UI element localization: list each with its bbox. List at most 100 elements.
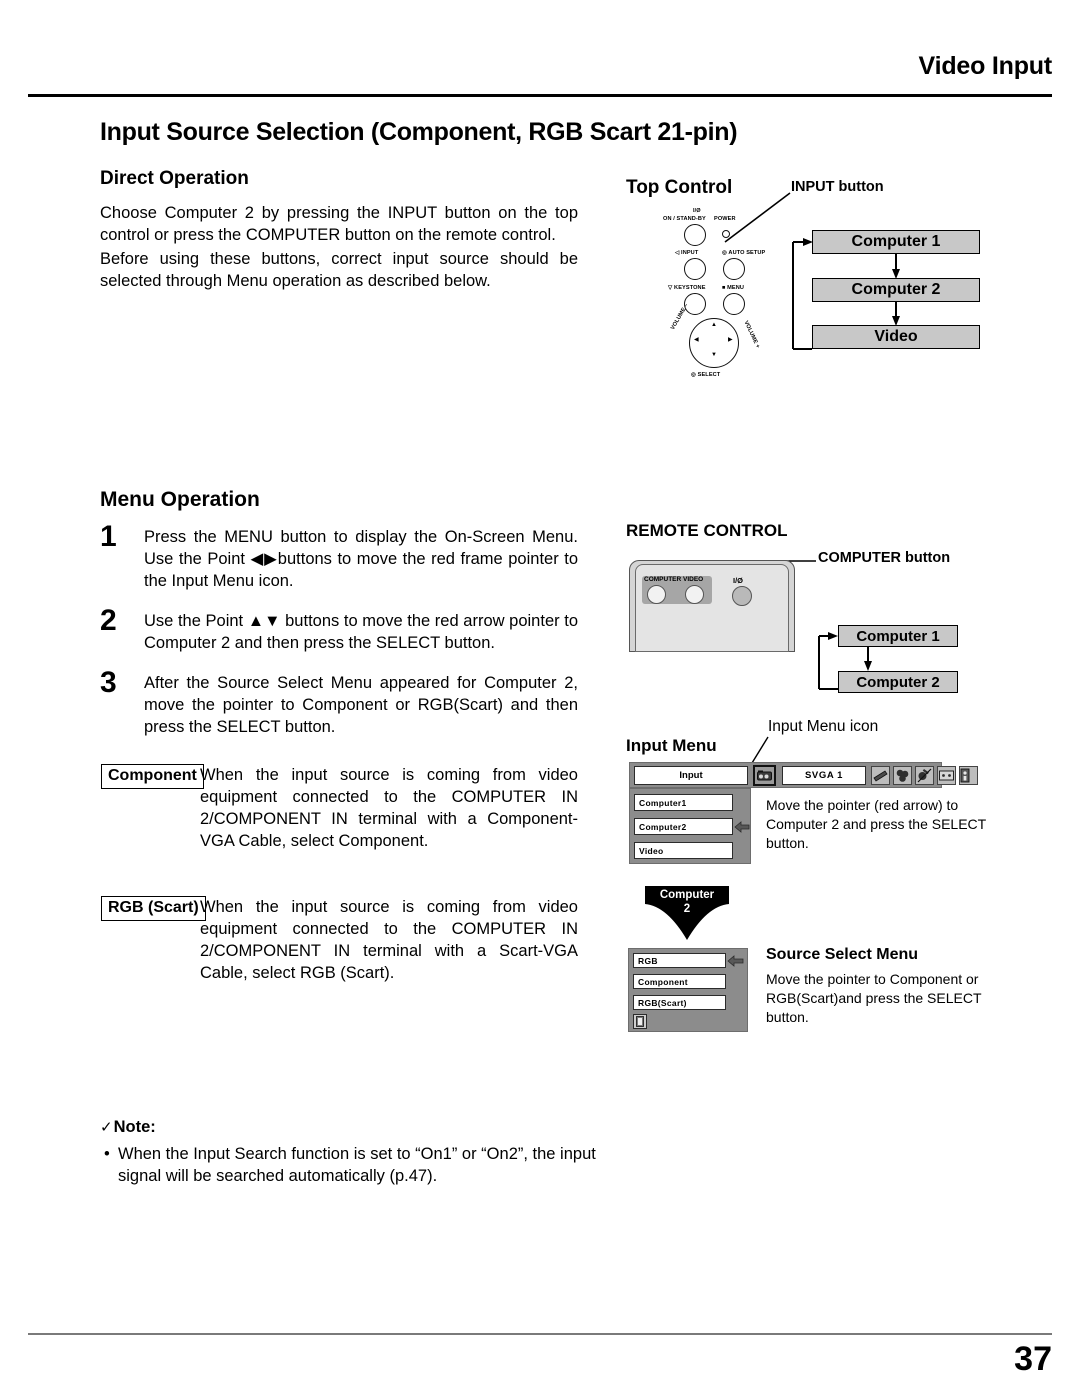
input-button[interactable] (684, 258, 706, 280)
page-header: Video Input (28, 52, 1052, 98)
page-title: Video Input (918, 52, 1053, 80)
footer-divider (28, 1333, 1052, 1335)
menu-button[interactable] (723, 293, 745, 315)
remote-control-artwork: COMPUTER VIDEO I/Ø (629, 560, 795, 652)
computer2-arrow-label-line2: 2 (683, 903, 691, 915)
power-symbol-label: I/Ø (693, 208, 701, 214)
top-control-artwork: I/Ø ON / STAND-BY POWER ◁ INPUT ◎ AUTO S… (660, 206, 782, 378)
input-menu-item-label: Computer2 (639, 821, 687, 832)
red-arrow-pointer-icon (727, 955, 744, 967)
power-indicator-icon (722, 230, 730, 238)
source-item-rgb[interactable]: RGB (633, 953, 726, 968)
computer2-down-arrow: Computer 2 (641, 884, 733, 944)
header-divider (28, 94, 1052, 97)
source-item-component[interactable]: Component (633, 974, 726, 989)
direct-operation-paragraph-1: Choose Computer 2 by pressing the INPUT … (100, 204, 578, 244)
video-button-label: VIDEO (683, 576, 704, 583)
step-text: After the Source Select Menu appeared fo… (144, 674, 578, 736)
menu-label: ■ MENU (722, 285, 745, 291)
source-select-menu-heading: Source Select Menu (766, 946, 919, 963)
osd-title-label: Input (679, 770, 703, 781)
note-item: • When the Input Search function is set … (100, 1143, 600, 1187)
source-item-label: RGB (638, 955, 658, 966)
auto-setup-button[interactable] (723, 258, 745, 280)
step-text: Press the MENU button to display the On-… (144, 528, 578, 590)
setting-icon-glyph (939, 770, 954, 781)
menu-step: 1 Press the MENU button to display the O… (100, 520, 578, 592)
video-button[interactable] (685, 585, 704, 604)
input-menu-icon-glyph (757, 770, 772, 780)
definition-row-component: Component When the input source is comin… (100, 764, 578, 860)
rgb-scart-description: When the input source is coming from vid… (200, 898, 578, 982)
source-item-label: RGB(Scart) (638, 997, 687, 1008)
osd-title-field: Input (634, 766, 748, 785)
direct-operation-heading: Direct Operation (100, 168, 249, 189)
input-menu-icon-callout: Input Menu icon (768, 718, 879, 735)
point-right-icon[interactable]: ▶ (728, 337, 733, 343)
component-description: When the input source is coming from vid… (200, 766, 578, 850)
power-button[interactable] (732, 586, 752, 606)
menu-operation-heading: Menu Operation (100, 488, 260, 511)
screen-icon[interactable] (871, 766, 890, 785)
power-button-label: I/Ø (733, 576, 744, 585)
input-menu-icon[interactable] (753, 765, 776, 786)
auto-setup-label: ◎ AUTO SETUP (722, 250, 766, 256)
on-standby-label: ON / STAND-BY (663, 216, 706, 222)
quit-icon[interactable] (633, 1014, 647, 1029)
image-adjust-icon-glyph (917, 768, 932, 783)
keystone-label: ▽ KEYSTONE (668, 285, 706, 291)
power-label: POWER (714, 216, 736, 222)
source-item-label: Component (638, 976, 688, 987)
on-standby-button[interactable] (684, 224, 706, 246)
section-title: Input Source Selection (Component, RGB S… (100, 118, 738, 146)
screen-icon-glyph (873, 770, 888, 782)
note-heading: ✓Note: (100, 1118, 600, 1137)
color-adjust-icon-glyph (896, 769, 909, 782)
image-adjust-icon[interactable] (915, 766, 934, 785)
step-text: Use the Point ▲▼ buttons to move the red… (144, 612, 578, 652)
quit-icon-glyph (636, 1016, 644, 1027)
select-label: ◎ SELECT (691, 372, 721, 378)
note-heading-label: Note: (113, 1118, 156, 1136)
step-number: 2 (100, 604, 117, 637)
input-menu-item-video[interactable]: Video (634, 842, 733, 859)
rgb-scart-label: RGB (Scart) (101, 896, 206, 921)
input-menu-item-label: Computer1 (639, 797, 687, 808)
setting-icon[interactable] (937, 766, 956, 785)
direct-operation-paragraph-2: Before using these buttons, correct inpu… (100, 250, 578, 290)
osd-mode-field: SVGA 1 (782, 766, 866, 785)
osd-mode-label: SVGA 1 (804, 770, 844, 781)
source-select-menu-panel: RGB Component RGB(Scart) (628, 948, 748, 1032)
left-content-column: Direct Operation Choose Computer 2 by pr… (100, 168, 578, 992)
source-select-menu-description: Move the pointer to Component or RGB(Sca… (766, 971, 982, 1025)
info-icon[interactable] (959, 766, 978, 785)
point-up-icon[interactable]: ▲ (711, 322, 717, 328)
note-block: ✓Note: • When the Input Search function … (100, 1118, 600, 1187)
computer-button-callout: COMPUTER button (818, 550, 951, 566)
definition-row-rgb-scart: RGB (Scart) When the input source is com… (100, 896, 578, 992)
component-label: Component (101, 764, 204, 789)
remote-control-heading: REMOTE CONTROL (626, 521, 788, 540)
check-icon: ✓ (100, 1119, 113, 1136)
bullet-icon: • (104, 1145, 110, 1163)
top-control-flow-arrows (792, 238, 900, 350)
point-down-icon[interactable]: ▼ (711, 352, 717, 358)
input-menu-list-panel: Computer1 Computer2 Video (629, 788, 751, 864)
input-menu-item-computer1[interactable]: Computer1 (634, 794, 733, 811)
computer-button-label: COMPUTER (644, 576, 682, 583)
menu-step: 2 Use the Point ▲▼ buttons to move the r… (100, 604, 578, 654)
point-left-icon[interactable]: ◀ (694, 337, 699, 343)
red-arrow-pointer-icon (734, 821, 750, 833)
computer-button[interactable] (647, 585, 666, 604)
info-icon-glyph (960, 768, 970, 783)
input-menu-description: Move the pointer (red arrow) to Computer… (766, 797, 986, 851)
input-label: ◁ INPUT (675, 250, 699, 256)
volume-plus-label: VOLUME + (742, 320, 761, 350)
osd-top-bar: Input SVGA 1 (629, 762, 978, 788)
input-menu-heading: Input Menu (626, 736, 717, 755)
remote-flow-arrows (818, 632, 872, 690)
input-menu-item-computer2[interactable]: Computer2 (634, 818, 733, 835)
input-menu-item-label: Video (639, 845, 664, 856)
source-item-rgb-scart[interactable]: RGB(Scart) (633, 995, 726, 1010)
color-adjust-icon[interactable] (893, 766, 912, 785)
